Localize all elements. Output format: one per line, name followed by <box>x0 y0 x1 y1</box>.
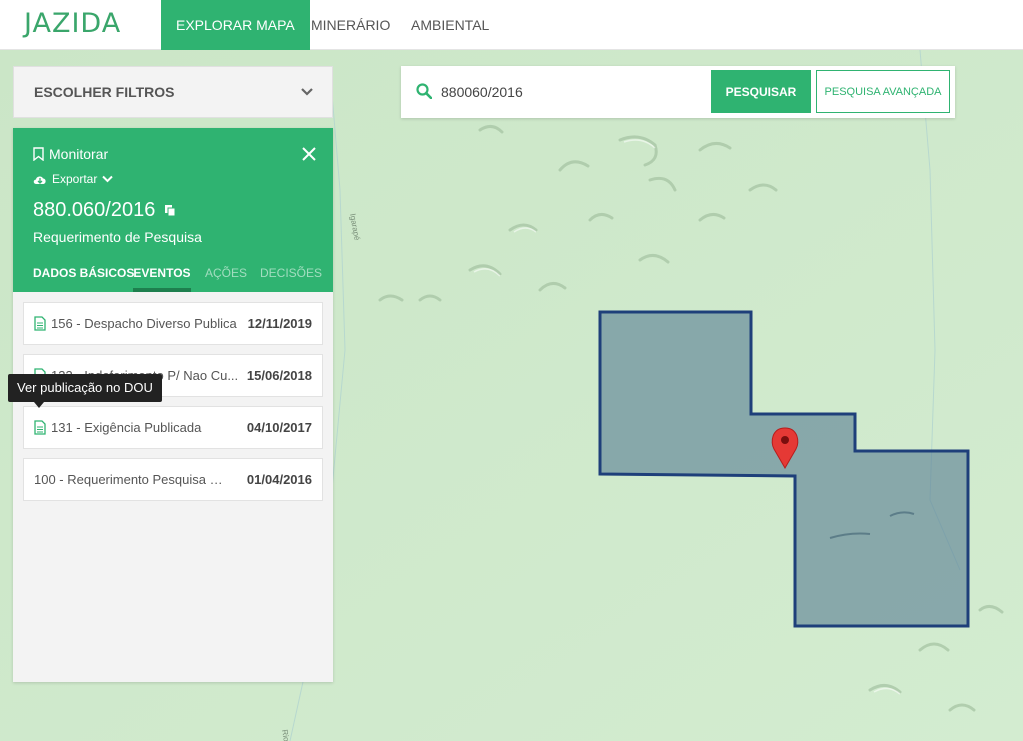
close-icon[interactable] <box>301 146 317 162</box>
search-bar: PESQUISAR PESQUISA AVANÇADA <box>401 66 955 118</box>
document-icon[interactable] <box>34 420 46 435</box>
process-type: Requerimento de Pesquisa <box>33 229 202 245</box>
process-number-row: 880.060/2016 <box>33 199 176 222</box>
event-label: 100 - Requerimento Pesquisa Pr... <box>34 472 224 487</box>
process-header: Monitorar Exportar 880.060/2016 Requerim… <box>13 128 333 292</box>
event-date: 04/10/2017 <box>246 420 312 435</box>
event-date: 12/11/2019 <box>247 316 312 331</box>
chevron-down-icon <box>301 88 313 96</box>
top-navbar: JAZIDA EXPLORAR MAPA MINERÁRIO AMBIENTAL <box>0 0 1023 50</box>
monitor-label: Monitorar <box>49 146 109 162</box>
export-dropdown[interactable]: Exportar <box>33 172 114 186</box>
map-label-river-2: Rio <box>280 729 291 741</box>
filters-dropdown[interactable]: ESCOLHER FILTROS <box>13 66 333 118</box>
event-row[interactable]: 131 - Exigência Publicada 04/10/2017 <box>23 406 323 449</box>
process-number: 880.060/2016 <box>33 199 156 221</box>
tooltip-arrow <box>34 402 44 408</box>
advanced-search-button[interactable]: PESQUISA AVANÇADA <box>816 70 950 113</box>
search-button[interactable]: PESQUISAR <box>711 70 811 113</box>
event-row[interactable]: 156 - Despacho Diverso Publicado 12/11/2… <box>23 302 323 345</box>
search-input[interactable] <box>441 76 701 108</box>
process-details-panel: Monitorar Exportar 880.060/2016 Requerim… <box>13 128 333 682</box>
document-icon[interactable] <box>34 316 46 331</box>
nav-tab-minerario[interactable]: MINERÁRIO <box>296 0 405 50</box>
event-date: 15/06/2018 <box>246 368 312 383</box>
app-logo[interactable]: JAZIDA <box>24 8 121 39</box>
event-label: 156 - Despacho Diverso Publicado <box>51 316 237 331</box>
search-icon <box>416 83 432 99</box>
event-label: 131 - Exigência Publicada <box>51 420 202 435</box>
tab-eventos[interactable]: EVENTOS <box>133 266 191 292</box>
nav-tab-ambiental[interactable]: AMBIENTAL <box>396 0 504 50</box>
copy-icon[interactable] <box>164 204 176 217</box>
tab-dados-basicos[interactable]: DADOS BÁSICOS <box>33 266 134 292</box>
filters-label: ESCOLHER FILTROS <box>34 84 175 100</box>
details-tabs: DADOS BÁSICOS EVENTOS AÇÕES DECISÕES <box>13 266 333 292</box>
nav-tab-explorar-mapa[interactable]: EXPLORAR MAPA <box>161 0 310 50</box>
cloud-download-icon <box>33 176 46 184</box>
tooltip-ver-publicacao: Ver publicação no DOU <box>8 374 162 402</box>
bookmark-icon <box>33 147 44 161</box>
tab-decisoes[interactable]: DECISÕES <box>260 266 322 292</box>
monitor-button[interactable]: Monitorar <box>33 146 108 162</box>
event-row[interactable]: 100 - Requerimento Pesquisa Pr... 01/04/… <box>23 458 323 501</box>
chevron-down-icon <box>102 175 114 183</box>
export-label: Exportar <box>52 172 98 186</box>
event-date: 01/04/2016 <box>246 472 312 487</box>
tab-acoes[interactable]: AÇÕES <box>205 266 247 292</box>
